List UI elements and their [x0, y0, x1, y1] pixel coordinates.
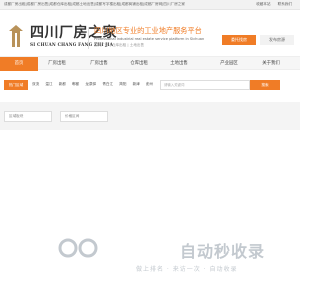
- contact-link[interactable]: 联系我们: [278, 2, 292, 6]
- district-links: 双流 温江 新都 郫都 龙泉驿 青白江 简阳 新津 彭州: [32, 82, 158, 87]
- slogan: 四川地区专业的工业地产服务平台: [94, 26, 202, 35]
- district-link[interactable]: 彭州: [146, 82, 153, 86]
- bookmark-link[interactable]: 收藏本站: [256, 2, 270, 6]
- nav-item-home[interactable]: 首页: [0, 57, 38, 71]
- main-nav: 首页 厂房出租 厂房出售 仓库出租 土地出售 产业园区 关于我们: [0, 56, 300, 71]
- top-bar: 成都厂房出租|成都厂房出售|成都仓库出租|成都土地出售|成都写字楼出租|成都商铺…: [0, 0, 300, 10]
- district-link[interactable]: 双流: [32, 82, 39, 86]
- header-divider: [88, 27, 89, 49]
- watermark-logo-icon: [58, 238, 98, 258]
- publish-button[interactable]: 发布房源: [260, 35, 294, 45]
- top-right-links: 收藏本站 联系我们: [250, 2, 292, 7]
- district-link[interactable]: 郫都: [72, 82, 79, 86]
- district-link[interactable]: 简阳: [119, 82, 126, 86]
- filter-bar: 热门区域 双流 温江 新都 郫都 龙泉驿 青白江 简阳 新津 彭州 请输入关键词…: [0, 76, 300, 94]
- slogan-english: Professional industrial real estate serv…: [94, 37, 205, 41]
- site-header: 四川厂房之家 SI CHUAN CHANG FANG ZHI JIA 四川地区专…: [0, 10, 300, 51]
- hot-area-tag: 热门区域: [4, 80, 28, 90]
- entrust-button[interactable]: 委托找房: [222, 35, 256, 45]
- nav-item-industrial-park[interactable]: 产业园区: [210, 57, 248, 71]
- nav-item-about[interactable]: 关于我们: [252, 57, 290, 71]
- district-link[interactable]: 青白江: [102, 82, 113, 86]
- nav-item-land-sale[interactable]: 土地出售: [160, 57, 198, 71]
- nav-item-warehouse-rent[interactable]: 仓库出租: [120, 57, 158, 71]
- nav-item-factory-rent[interactable]: 厂房出租: [38, 57, 76, 71]
- logo-icon: [9, 25, 23, 47]
- watermark-text: 自动秒收录: [180, 242, 266, 261]
- filter-band: 区域板块 价格区间: [0, 102, 300, 130]
- price-select[interactable]: 价格区间: [60, 111, 108, 122]
- district-link[interactable]: 新津: [133, 82, 140, 86]
- district-link[interactable]: 新都: [59, 82, 66, 86]
- slogan-services: 招商厂房 | 仓库出租 | 土地出售: [94, 43, 145, 47]
- area-select[interactable]: 区域板块: [4, 111, 52, 122]
- nav-item-factory-sale[interactable]: 厂房出售: [80, 57, 118, 71]
- district-link[interactable]: 温江: [45, 82, 52, 86]
- search-input[interactable]: 请输入关键词: [160, 80, 250, 90]
- search-button[interactable]: 搜索: [250, 80, 280, 90]
- district-link[interactable]: 龙泉驿: [85, 82, 96, 86]
- top-links[interactable]: 成都厂房出租|成都厂房出售|成都仓库出租|成都土地出售|成都写字楼出租|成都商铺…: [4, 2, 194, 7]
- watermark-subtext: 做上排名 · 来访一次 · 自动收录: [136, 266, 238, 273]
